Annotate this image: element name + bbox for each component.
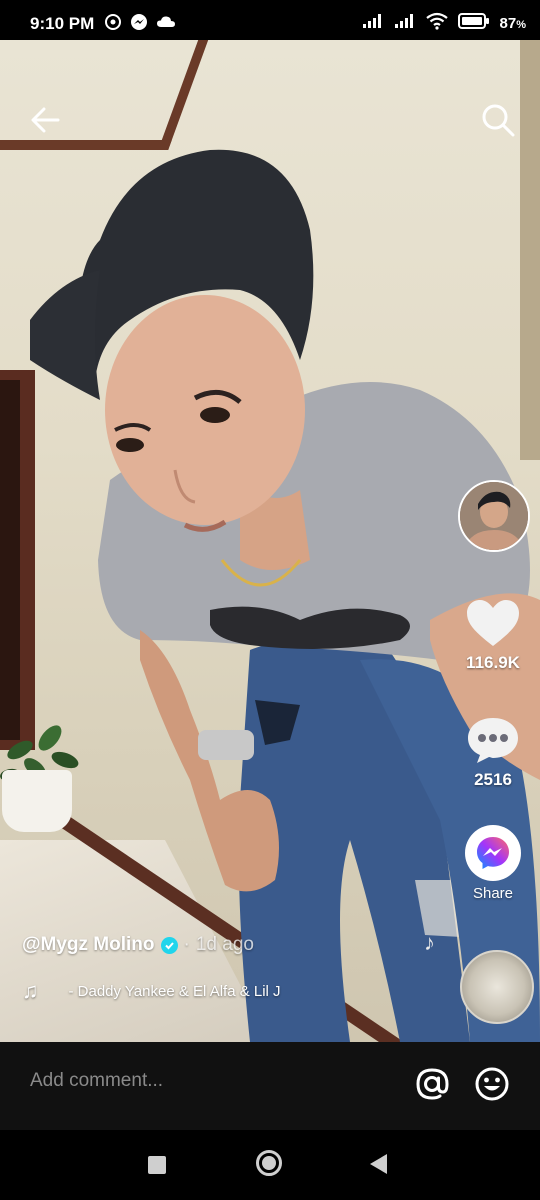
status-time: 9:10 PM <box>30 14 95 33</box>
system-nav-bar <box>0 1130 540 1200</box>
mention-icon[interactable] <box>414 1066 450 1102</box>
sound-title: - Daddy Yankee & El Alfa & Lil J <box>68 982 281 1000</box>
cloud-icon <box>156 13 176 36</box>
comment-input[interactable]: Add comment... <box>30 1070 163 1092</box>
battery-icon <box>457 12 490 34</box>
like-count: 116.9K <box>466 653 520 672</box>
messenger-status-icon <box>130 13 148 36</box>
emoji-icon[interactable] <box>474 1066 510 1102</box>
wifi-icon <box>425 12 448 34</box>
comment-bar: Add comment... <box>0 1042 540 1130</box>
username[interactable]: @Mygz Molino <box>22 934 155 956</box>
status-notification-icons <box>104 13 176 36</box>
screen: 9:10 PM 87% 116.9K 2516 Share ♪ @Mygz Mo… <box>0 0 540 1200</box>
avatar-image <box>460 482 528 550</box>
signal-icon <box>362 13 384 33</box>
share-label: Share <box>472 885 514 902</box>
messenger-share-circle <box>465 825 521 881</box>
heart-icon <box>467 600 519 646</box>
back-arrow-icon[interactable] <box>28 102 64 138</box>
home-icon[interactable] <box>256 1150 282 1176</box>
system-back-icon[interactable] <box>370 1154 387 1174</box>
verified-badge-icon <box>160 936 178 954</box>
separator: · <box>183 934 190 955</box>
sound-disc[interactable] <box>460 950 534 1024</box>
like-button[interactable]: 116.9K <box>453 598 533 673</box>
recents-icon[interactable] <box>148 1156 166 1174</box>
post-age: 1d ago <box>195 934 254 955</box>
creator-avatar[interactable] <box>458 480 530 552</box>
notification-icon <box>104 13 122 36</box>
search-icon[interactable] <box>480 102 516 138</box>
signal-icon-2 <box>394 13 416 33</box>
comment-count: 2516 <box>474 770 512 789</box>
battery-level: 87% <box>499 14 526 32</box>
video-player[interactable]: 116.9K 2516 Share ♪ @Mygz Molino · 1d ag… <box>0 40 540 1042</box>
music-row[interactable]: ♫ - Daddy Yankee & El Alfa & Lil J <box>22 978 281 1004</box>
messenger-icon <box>477 837 509 869</box>
caption: @Mygz Molino · 1d ago <box>22 934 254 956</box>
comment-bubble-icon <box>468 718 518 763</box>
share-button[interactable]: Share <box>453 825 533 902</box>
music-note-icon: ♪ <box>424 930 435 955</box>
comment-button[interactable]: 2516 <box>453 715 533 790</box>
music-note-icon: ♫ <box>22 978 39 1003</box>
status-system-icons: 87% <box>362 12 526 34</box>
